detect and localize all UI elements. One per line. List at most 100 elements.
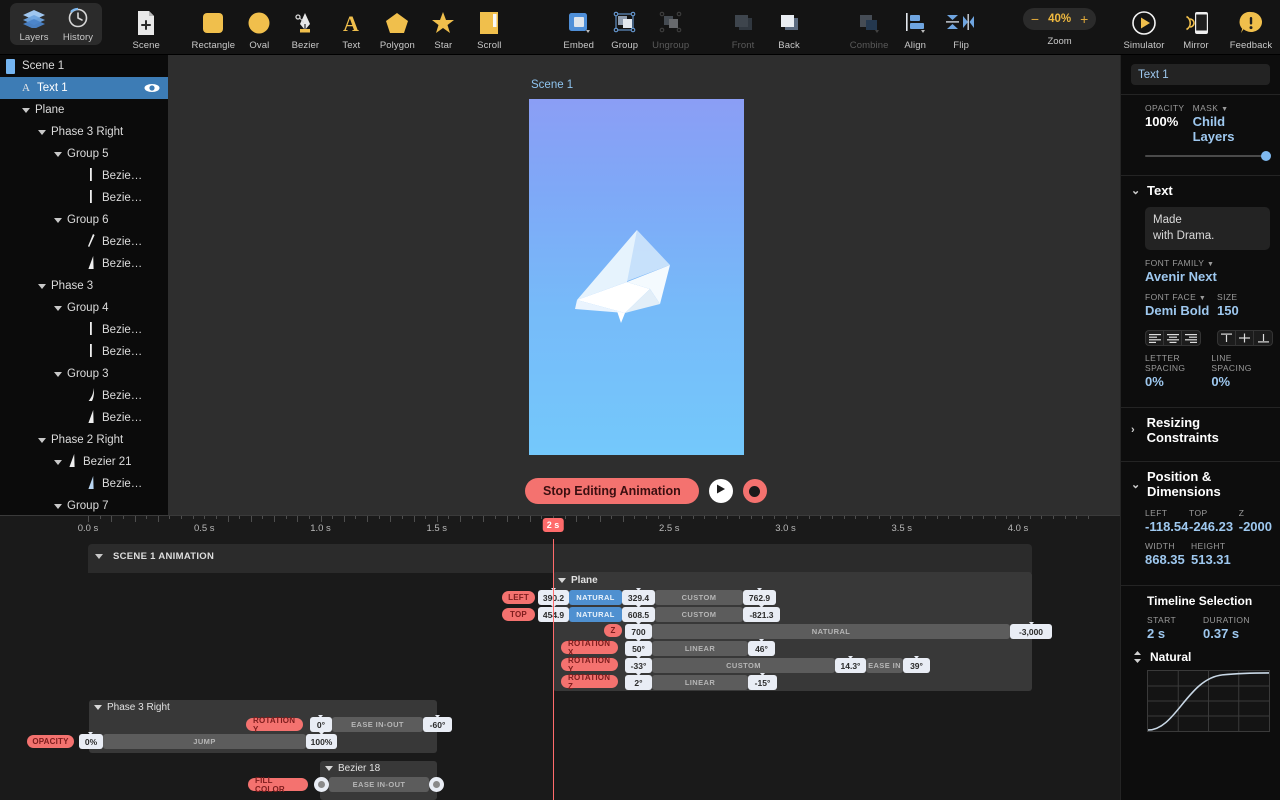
toolbar-embed-button[interactable]: Embed <box>556 3 602 58</box>
font-family-value[interactable]: Avenir Next <box>1145 269 1270 284</box>
toolbar-layers-button[interactable]: Layers <box>12 3 56 45</box>
timeline-group-header-bezier18[interactable]: Bezier 18 <box>325 763 380 774</box>
stop-editing-animation-button[interactable]: Stop Editing Animation <box>525 478 699 504</box>
keyframe-rotz-0[interactable]: 2° <box>625 675 652 690</box>
zoom-value[interactable]: 40% <box>1048 13 1071 25</box>
opacity-slider-knob[interactable] <box>1261 151 1271 161</box>
layer-row-bezie[interactable]: Bezie… <box>0 319 168 341</box>
disclosure-triangle-icon[interactable] <box>54 504 62 509</box>
prop-tag-rotation-z[interactable]: ROTATION Z <box>561 675 618 688</box>
segment-roty2-0[interactable]: EASE IN-OUT <box>332 717 423 732</box>
segment-roty-1[interactable]: EASE IN <box>866 658 903 673</box>
disclosure-triangle-icon[interactable] <box>94 705 102 710</box>
keyframe-roty2-0[interactable]: 0° <box>310 717 332 732</box>
keyframe-left-2[interactable]: 762.9 <box>743 590 776 605</box>
disclosure-triangle-icon[interactable] <box>54 460 62 465</box>
layer-row-bezier-21[interactable]: Bezier 21 <box>0 451 168 473</box>
segment-roty-0[interactable]: CUSTOM <box>652 658 835 673</box>
layer-row-bezie[interactable]: Bezie… <box>0 473 168 495</box>
keyframe-rotx-1[interactable]: 46° <box>748 641 775 656</box>
layer-row-bezie[interactable]: Bezie… <box>0 407 168 429</box>
layer-row-bezie[interactable]: Bezie… <box>0 253 168 275</box>
prop-tag-top[interactable]: TOP <box>502 608 535 621</box>
keyframe-fillcolor-1[interactable] <box>429 777 444 792</box>
keyframe-z-0[interactable]: 700 <box>625 624 652 639</box>
play-button[interactable] <box>709 479 733 503</box>
timeline-group-header-phase3right[interactable]: Phase 3 Right <box>94 702 170 713</box>
keyframe-roty-2[interactable]: 39° <box>903 658 930 673</box>
font-face-value[interactable]: Demi Bold <box>1145 303 1217 318</box>
keyframe-rotz-1[interactable]: -15° <box>748 675 777 690</box>
prop-tag-rotation-x[interactable]: ROTATION X <box>561 641 618 654</box>
keyframe-fillcolor-0[interactable] <box>314 777 329 792</box>
text-section-header[interactable]: ⌄ Text <box>1121 176 1280 205</box>
disclosure-triangle-icon[interactable] <box>325 766 333 771</box>
layer-row-plane[interactable]: Plane <box>0 99 168 121</box>
align-top-icon[interactable] <box>1218 331 1236 345</box>
easing-name[interactable]: Natural <box>1150 650 1191 664</box>
scene-animation-header[interactable]: SCENE 1 ANIMATION <box>95 551 214 562</box>
easing-curve-graph[interactable] <box>1147 670 1270 732</box>
visibility-eye-icon[interactable] <box>144 83 160 93</box>
layer-name-field[interactable]: Text 1 <box>1131 64 1270 85</box>
segment-z-0[interactable]: NATURAL <box>652 624 1010 639</box>
align-center-icon[interactable] <box>1164 331 1182 345</box>
zoom-out-button[interactable]: − <box>1031 12 1039 26</box>
timeline-body[interactable]: SCENE 1 ANIMATION Plane LEFT 390.2 NATUR… <box>0 539 1120 800</box>
disclosure-triangle-icon[interactable] <box>54 372 62 377</box>
letter-spacing-value[interactable]: 0% <box>1145 374 1211 389</box>
selection-duration-value[interactable]: 0.37 s <box>1203 626 1250 641</box>
align-middle-icon[interactable] <box>1236 331 1254 345</box>
toolbar-scene-button[interactable]: Scene <box>128 3 164 58</box>
playhead-line[interactable] <box>553 539 554 800</box>
toolbar-back-button[interactable]: Back <box>766 3 812 58</box>
width-value[interactable]: 868.35 <box>1145 552 1191 567</box>
keyframe-opacity-1[interactable]: 100% <box>306 734 337 749</box>
opacity-value[interactable]: 100% <box>1145 114 1193 129</box>
timeline-group-header-plane[interactable]: Plane <box>558 575 598 586</box>
layer-row-group-6[interactable]: Group 6 <box>0 209 168 231</box>
layer-row-bezie[interactable]: Bezie… <box>0 341 168 363</box>
disclosure-triangle-icon[interactable] <box>54 152 62 157</box>
opacity-slider[interactable] <box>1145 155 1270 157</box>
toolbar-text-tool[interactable]: A Text <box>328 3 374 58</box>
playhead-time-label[interactable]: 2 s <box>543 518 564 532</box>
disclosure-triangle-icon[interactable] <box>95 554 103 559</box>
layer-row-bezie[interactable]: Bezie… <box>0 385 168 407</box>
toolbar-bezier-tool[interactable]: Bezier <box>282 3 328 58</box>
toolbar-history-button[interactable]: History <box>56 3 100 45</box>
toolbar-feedback-button[interactable]: Feedback <box>1222 3 1280 58</box>
layer-row-phase-3[interactable]: Phase 3 <box>0 275 168 297</box>
z-value[interactable]: -2000 <box>1239 519 1272 534</box>
segment-top-1[interactable]: CUSTOM <box>655 607 743 622</box>
keyframe-top-2[interactable]: -821.3 <box>743 607 780 622</box>
toolbar-combine-button[interactable]: Combine <box>846 3 892 58</box>
layer-row-bezie[interactable]: Bezie… <box>0 231 168 253</box>
toolbar-simulator-button[interactable]: Simulator <box>1118 3 1170 58</box>
line-spacing-value[interactable]: 0% <box>1211 374 1270 389</box>
mask-value[interactable]: Child Layers <box>1193 114 1270 144</box>
segment-opacity-0[interactable]: JUMP <box>103 734 306 749</box>
layer-row-scene-1[interactable]: Scene 1 <box>0 55 168 77</box>
segment-top-0[interactable]: NATURAL <box>569 607 622 622</box>
canvas-area[interactable]: Scene 1 Stop Editing Animation <box>168 55 1120 515</box>
resizing-constraints-header[interactable]: › Resizing Constraints <box>1121 408 1280 452</box>
layer-row-group-3[interactable]: Group 3 <box>0 363 168 385</box>
selection-start-value[interactable]: 2 s <box>1147 626 1203 641</box>
keyframe-z-1[interactable]: -3,000 <box>1010 624 1052 639</box>
prop-tag-fill-color[interactable]: FILL COLOR <box>248 778 308 791</box>
easing-stepper-icon[interactable] <box>1133 650 1142 664</box>
align-left-icon[interactable] <box>1146 331 1164 345</box>
height-value[interactable]: 513.31 <box>1191 552 1231 567</box>
layer-row-phase-2-right[interactable]: Phase 2 Right <box>0 429 168 451</box>
segment-fillcolor-0[interactable]: EASE IN-OUT <box>329 777 429 792</box>
segment-rotx-0[interactable]: LINEAR <box>652 641 748 656</box>
prop-tag-z[interactable]: Z <box>604 624 622 637</box>
record-button[interactable] <box>743 479 767 503</box>
keyframe-roty-1[interactable]: 14.3° <box>835 658 866 673</box>
keyframe-top-1[interactable]: 608.5 <box>622 607 655 622</box>
prop-tag-rotation-y-phase3[interactable]: ROTATION Y <box>246 718 303 731</box>
layer-row-group-4[interactable]: Group 4 <box>0 297 168 319</box>
layer-row-group-5[interactable]: Group 5 <box>0 143 168 165</box>
toolbar-flip-button[interactable]: Flip <box>938 3 984 58</box>
